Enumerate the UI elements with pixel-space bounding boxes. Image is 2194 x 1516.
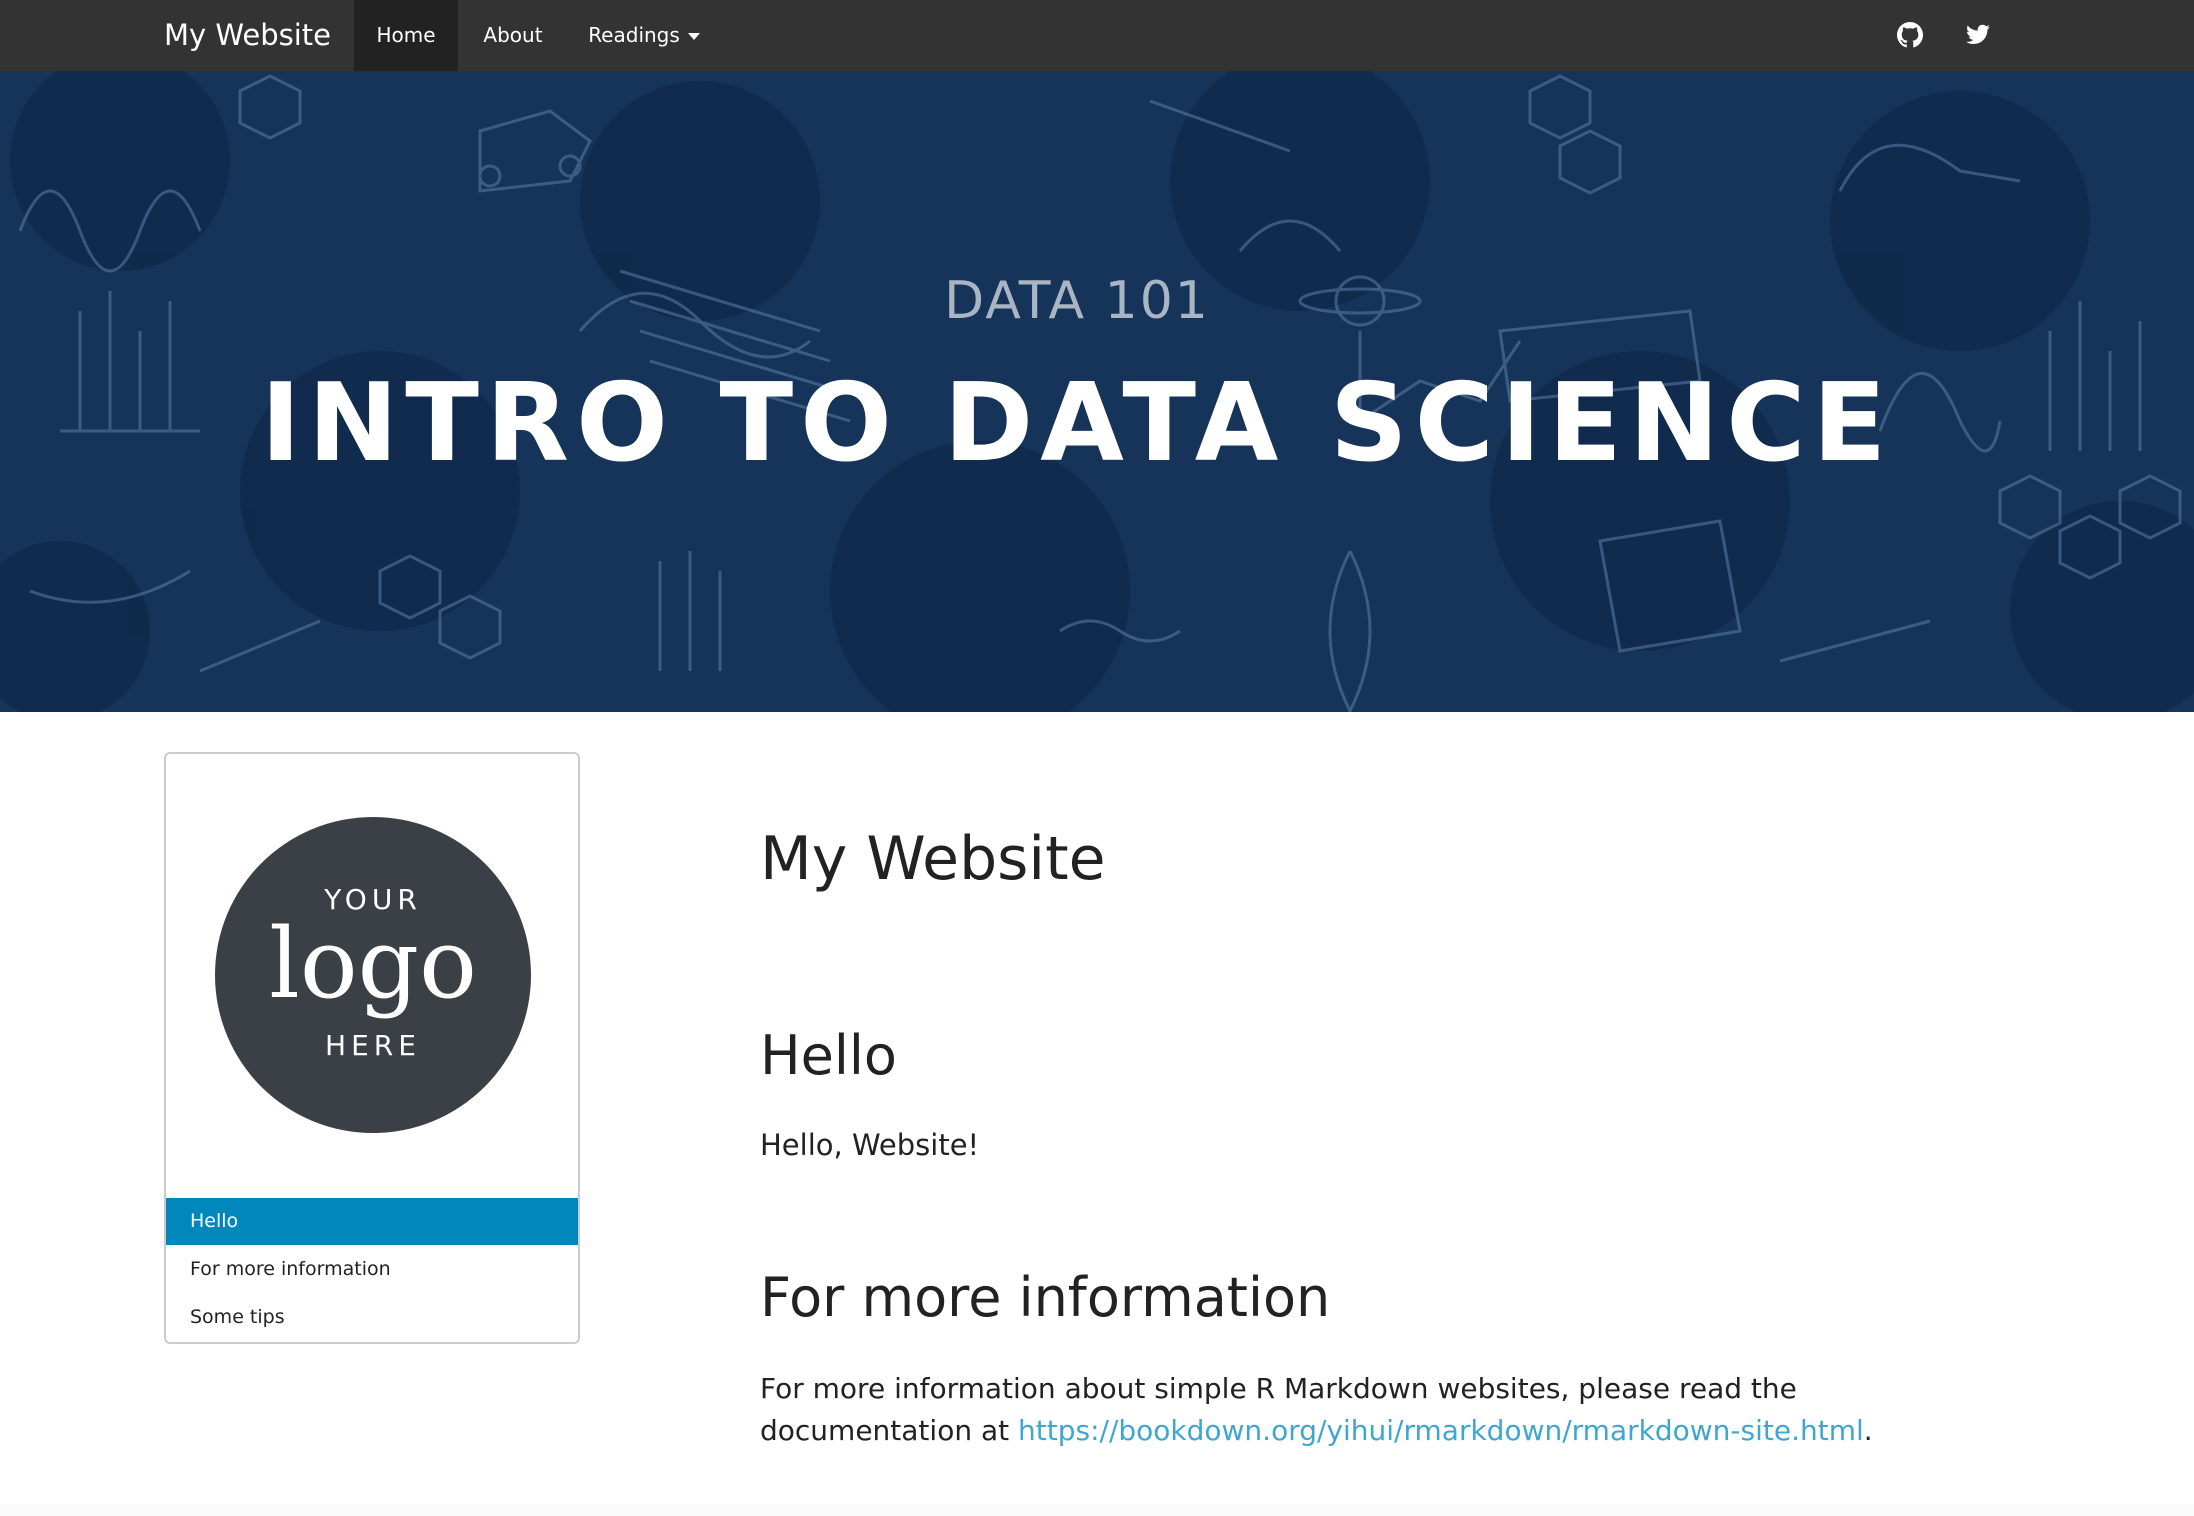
logo-bottom-text: HERE xyxy=(325,1029,421,1062)
site-brand-link[interactable]: My Website xyxy=(164,0,331,71)
twitter-icon[interactable] xyxy=(1965,22,1991,48)
sidebar-panel: YOUR logo HERE Hello For more informatio… xyxy=(164,752,580,1344)
hero-subtitle: DATA 101 xyxy=(944,271,1210,331)
caret-down-icon xyxy=(687,33,700,40)
nav-item-readings-label: Readings xyxy=(588,23,680,47)
nav-item-home[interactable]: Home xyxy=(354,0,458,71)
page-footer-strip xyxy=(0,1504,2194,1516)
hero-title: INTRO TO DATA SCIENCE xyxy=(260,361,1894,486)
documentation-link[interactable]: https://bookdown.org/yihui/rmarkdown/rma… xyxy=(1018,1414,1864,1447)
sentence-period: . xyxy=(1863,1414,1873,1447)
site-logo: YOUR logo HERE xyxy=(215,817,531,1133)
logo-main-text: logo xyxy=(269,908,477,1020)
section-heading-hello: Hello xyxy=(760,1024,897,1087)
nav-item-readings-dropdown[interactable]: Readings xyxy=(570,0,718,71)
section-text-more-information: For more information about simple R Mark… xyxy=(760,1368,1960,1452)
hero-banner: DATA 101 INTRO TO DATA SCIENCE xyxy=(0,71,2194,712)
github-icon[interactable] xyxy=(1897,22,1923,48)
toc-item-some-tips[interactable]: Some tips xyxy=(166,1294,578,1341)
toc-item-for-more-information[interactable]: For more information xyxy=(166,1246,578,1293)
toc-item-hello[interactable]: Hello xyxy=(166,1198,578,1245)
section-text-hello: Hello, Website! xyxy=(760,1128,980,1162)
nav-item-about[interactable]: About xyxy=(460,0,566,71)
page-title: My Website xyxy=(760,824,1106,894)
section-heading-more-information: For more information xyxy=(760,1266,1331,1329)
top-navbar: My Website Home About Readings xyxy=(0,0,2194,71)
